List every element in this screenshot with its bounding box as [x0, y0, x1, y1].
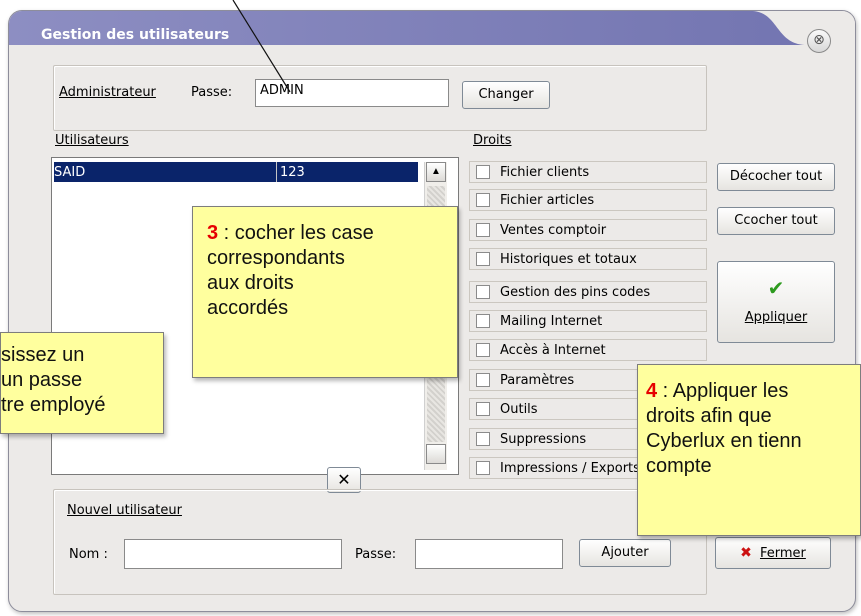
note2-line1: sissez un	[1, 344, 85, 366]
right-gestion-pins-codes[interactable]: Gestion des pins codes	[469, 281, 707, 303]
note4-line3: Cyberlux en tienn	[646, 430, 802, 452]
note4-line4: compte	[646, 455, 712, 477]
note3-number: 3	[207, 222, 219, 244]
close-button[interactable]: ✖ Fermer	[715, 537, 831, 569]
add-user-button[interactable]: Ajouter	[579, 539, 671, 567]
note4-line2: droits afin que	[646, 405, 772, 427]
checkbox[interactable]	[476, 402, 490, 416]
user-name-cell: SAID	[54, 165, 86, 180]
note3-line1-wrapper: 3 : cocher les case	[207, 221, 457, 246]
apply-label: Appliquer	[744, 310, 808, 325]
rights-label: Droits	[473, 133, 512, 148]
admin-label: Administrateur	[59, 85, 156, 100]
new-user-label: Nouvel utilisateur	[67, 503, 182, 518]
column-divider	[276, 162, 277, 182]
right-label: Suppressions	[500, 432, 587, 447]
right-label: Paramètres	[500, 373, 575, 388]
note2-line2: un passe	[1, 369, 83, 391]
checkbox[interactable]	[476, 252, 490, 266]
window-title: Gestion des utilisateurs	[41, 27, 230, 43]
apply-check-icon: ✔	[767, 276, 785, 300]
right-label: Gestion des pins codes	[500, 285, 651, 300]
title-bar[interactable]: Gestion des utilisateurs ⊗	[9, 11, 855, 53]
check-all-button[interactable]: Ccocher tout	[717, 207, 835, 235]
new-user-name-label: Nom :	[69, 547, 108, 562]
new-user-password-label: Passe:	[355, 547, 397, 562]
right-acces-internet[interactable]: Accès à Internet	[469, 339, 707, 361]
note4-line1: : Appliquer les	[657, 380, 789, 402]
right-ventes-comptoir[interactable]: Ventes comptoir	[469, 219, 707, 241]
checkbox[interactable]	[476, 314, 490, 328]
delete-user-icon: ✕	[337, 470, 351, 489]
checkbox[interactable]	[476, 343, 490, 357]
checkbox[interactable]	[476, 461, 490, 475]
checkbox[interactable]	[476, 193, 490, 207]
note4-line1-wrapper: 4 : Appliquer les	[646, 379, 860, 404]
note3-line3: aux droits	[207, 272, 294, 294]
checkbox[interactable]	[476, 165, 490, 179]
checkbox[interactable]	[476, 223, 490, 237]
new-user-password-input[interactable]	[415, 539, 563, 569]
close-cross-icon: ✖	[740, 545, 752, 561]
right-fichier-articles[interactable]: Fichier articles	[469, 189, 707, 211]
note3-line4: accordés	[207, 297, 289, 319]
note3-line2: correspondants	[207, 247, 345, 269]
admin-password-input[interactable]: ADMIN	[255, 79, 449, 107]
right-label: Impressions / Exports	[500, 461, 640, 476]
right-label: Outils	[500, 402, 538, 417]
note2-line3: tre employé	[1, 394, 106, 416]
right-label: Fichier clients	[500, 165, 590, 180]
users-label: Utilisateurs	[55, 133, 129, 148]
admin-password-label: Passe:	[191, 85, 233, 100]
apply-button[interactable]: ✔ Appliquer	[717, 261, 835, 343]
scroll-up-icon[interactable]: ▲	[426, 162, 446, 182]
checkbox[interactable]	[476, 432, 490, 446]
admin-password-value: ADMIN	[260, 83, 304, 98]
annotation-note-3: 3 : cocher les case correspondants aux d…	[192, 206, 458, 378]
right-label: Mailing Internet	[500, 314, 603, 329]
scroll-thumb[interactable]	[426, 444, 446, 464]
close-window-icon[interactable]: ⊗	[807, 29, 831, 53]
uncheck-all-button[interactable]: Décocher tout	[717, 163, 835, 191]
annotation-note-4: 4 : Appliquer les droits afin que Cyberl…	[637, 364, 861, 536]
change-password-button[interactable]: Changer	[462, 81, 550, 109]
right-mailing-internet[interactable]: Mailing Internet	[469, 310, 707, 332]
note4-number: 4	[646, 380, 658, 402]
user-row[interactable]: SAID 123	[54, 162, 418, 182]
right-label: Accès à Internet	[500, 343, 606, 358]
right-label: Ventes comptoir	[500, 223, 607, 238]
right-label: Fichier articles	[500, 193, 595, 208]
new-user-name-input[interactable]	[124, 539, 342, 569]
close-label: Fermer	[759, 546, 806, 561]
annotation-note-2: sissez un un passe tre employé	[0, 332, 164, 434]
right-fichier-clients[interactable]: Fichier clients	[469, 161, 707, 183]
note3-line1: : cocher les case	[218, 222, 374, 244]
right-historiques-totaux[interactable]: Historiques et totaux	[469, 248, 707, 270]
checkbox[interactable]	[476, 285, 490, 299]
checkbox[interactable]	[476, 373, 490, 387]
user-password-cell: 123	[280, 165, 305, 180]
right-label: Historiques et totaux	[500, 252, 637, 267]
